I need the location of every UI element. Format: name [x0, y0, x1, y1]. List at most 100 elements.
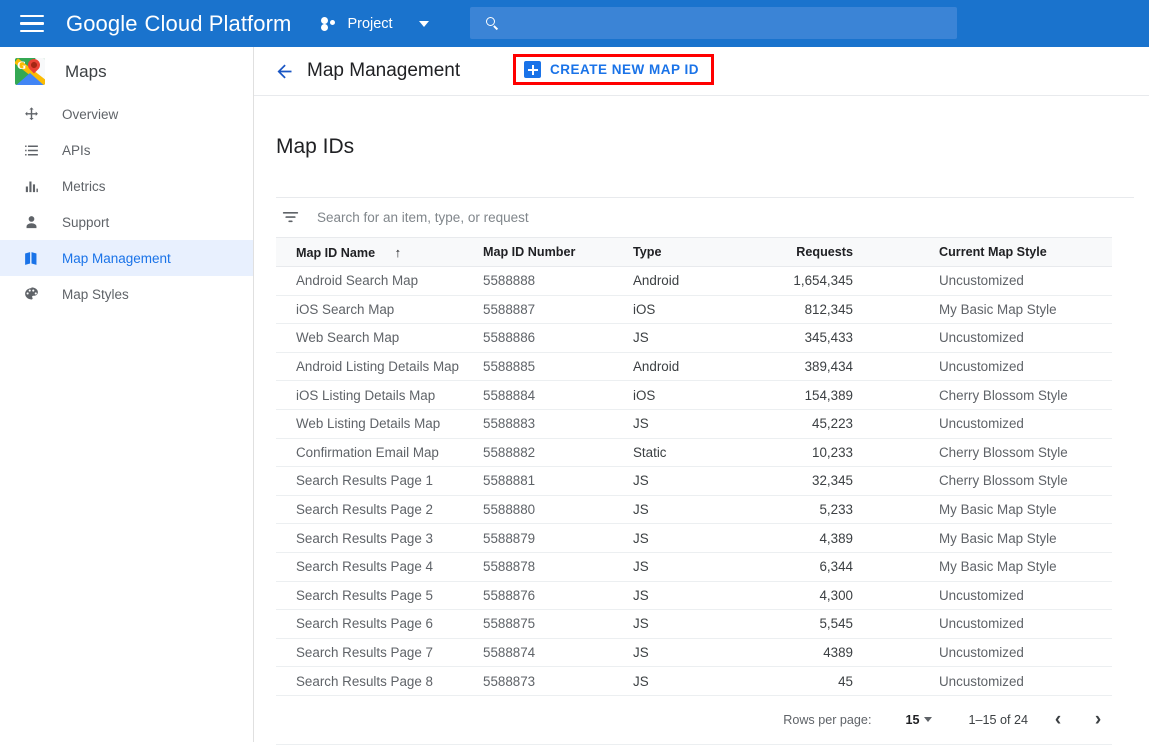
table-row[interactable]: Search Results Page 8 5588873 JS 45 Uncustom… [276, 666, 1112, 696]
cell-map-id-number: 5588888 [483, 266, 633, 296]
sidebar-item-map-management[interactable]: Map Management [0, 240, 253, 276]
table-filter-bar [276, 197, 1134, 237]
column-header-current-map-style[interactable]: Current Map Style [933, 237, 1112, 267]
sidebar-item-metrics[interactable]: Metrics [0, 168, 253, 204]
cell-map-id-name: Web Listing Details Map [276, 409, 483, 439]
table-row[interactable]: Search Results Page 3 5588879 JS 4,389 My Ba… [276, 523, 1112, 553]
table-row[interactable]: Android Search Map 5588888 Android 1,654,34… [276, 266, 1112, 296]
global-search-box[interactable] [470, 7, 957, 39]
cell-current-map-style: My Basic Map Style [933, 523, 1112, 553]
table-row[interactable]: Confirmation Email Map 5588882 Static 10,23… [276, 438, 1112, 468]
table-row[interactable]: Search Results Page 1 5588881 JS 32,345 Cher… [276, 466, 1112, 496]
cell-type: iOS [633, 295, 783, 325]
cell-map-id-name: iOS Search Map [276, 295, 483, 325]
sidebar-item-support[interactable]: Support [0, 204, 253, 240]
table-header-row: Map ID Name ↑ Map ID Number Type Request… [276, 237, 1112, 267]
brand-title: Google Cloud Platform [66, 11, 291, 37]
cell-type: JS [633, 609, 783, 639]
chevron-right-icon[interactable]: › [1084, 706, 1112, 734]
rows-per-page-select[interactable]: 15 [905, 712, 933, 727]
rows-per-page-label: Rows per page: [783, 712, 872, 727]
cell-map-id-name: Search Results Page 3 [276, 523, 483, 553]
table-row[interactable]: Search Results Page 5 5588876 JS 4,300 Uncus… [276, 581, 1112, 611]
cell-requests: 4,389 [783, 523, 933, 553]
table-row[interactable]: Web Listing Details Map 5588883 JS 45,223 Un… [276, 409, 1112, 439]
cell-map-id-number: 5588874 [483, 638, 633, 668]
cell-current-map-style: Uncustomized [933, 581, 1112, 611]
table-body: Android Search Map 5588888 Android 1,654,34… [276, 266, 1112, 696]
create-new-map-id-label: CREATE NEW MAP ID [550, 62, 700, 77]
table-row[interactable]: Search Results Page 7 5588874 JS 4389 Uncust… [276, 638, 1112, 668]
left-sidebar: G Maps Overview APIs Metrics Support Map… [0, 47, 254, 742]
column-label: Map ID Name [296, 245, 376, 260]
sidebar-item-overview[interactable]: Overview [0, 96, 253, 132]
cell-current-map-style: Uncustomized [933, 352, 1112, 382]
cell-requests: 812,345 [783, 295, 933, 325]
sort-ascending-icon[interactable]: ↑ [395, 245, 402, 260]
cell-requests: 6,344 [783, 552, 933, 582]
map-ids-card: Map IDs Map ID Name ↑ Map ID Number [276, 96, 1134, 745]
create-new-map-id-button[interactable]: CREATE NEW MAP ID [513, 54, 715, 85]
cell-current-map-style: Uncustomized [933, 609, 1112, 639]
cell-map-id-number: 5588885 [483, 352, 633, 382]
cell-map-id-name: Search Results Page 2 [276, 495, 483, 525]
top-app-bar: Google Cloud Platform Project [0, 0, 1149, 47]
plus-box-icon [524, 61, 541, 78]
cell-type: Android [633, 352, 783, 382]
cell-type: JS [633, 495, 783, 525]
cell-requests: 1,654,345 [783, 266, 933, 296]
column-header-map-id-number[interactable]: Map ID Number [483, 237, 633, 267]
google-maps-logo: G [15, 58, 45, 85]
table-row[interactable]: Search Results Page 4 5588878 JS 6,344 My Ba… [276, 552, 1112, 582]
rows-per-page-value: 15 [905, 712, 920, 727]
search-icon [486, 16, 499, 30]
table-filter-input[interactable] [317, 210, 917, 225]
cell-requests: 389,434 [783, 352, 933, 382]
cell-current-map-style: My Basic Map Style [933, 552, 1112, 582]
table-row[interactable]: Search Results Page 2 5588880 JS 5,233 My Ba… [276, 495, 1112, 525]
table-row[interactable]: iOS Listing Details Map 5588884 iOS 154,389… [276, 380, 1112, 410]
cell-map-id-number: 5588883 [483, 409, 633, 439]
sidebar-item-map-styles[interactable]: Map Styles [0, 276, 253, 312]
map-ids-table: Map ID Name ↑ Map ID Number Type Request… [276, 237, 1112, 696]
cell-type: JS [633, 666, 783, 696]
table-row[interactable]: Web Search Map 5588886 JS 345,433 Uncustomiz… [276, 323, 1112, 353]
filter-funnel-icon[interactable] [282, 211, 299, 225]
column-header-type[interactable]: Type [633, 237, 783, 267]
cell-map-id-number: 5588881 [483, 466, 633, 496]
sidebar-item-label: Overview [62, 106, 119, 122]
chevron-down-icon[interactable] [418, 20, 429, 27]
table-row[interactable]: Android Listing Details Map 5588885 Androi… [276, 352, 1112, 382]
cell-map-id-number: 5588887 [483, 295, 633, 325]
cell-type: JS [633, 552, 783, 582]
global-search-input[interactable] [513, 15, 913, 31]
cell-requests: 5,233 [783, 495, 933, 525]
back-arrow-icon[interactable] [273, 60, 295, 82]
sidebar-item-label: Map Management [62, 250, 171, 266]
cell-map-id-number: 5588875 [483, 609, 633, 639]
cell-type: iOS [633, 380, 783, 410]
cell-map-id-number: 5588886 [483, 323, 633, 353]
project-dots-icon [321, 16, 339, 31]
cell-map-id-name: Search Results Page 7 [276, 638, 483, 668]
cell-type: JS [633, 638, 783, 668]
sidebar-item-apis[interactable]: APIs [0, 132, 253, 168]
cell-type: JS [633, 409, 783, 439]
hamburger-menu-icon[interactable] [20, 14, 44, 33]
project-selector[interactable]: Project [321, 16, 429, 32]
cell-map-id-name: Search Results Page 5 [276, 581, 483, 611]
person-icon [21, 212, 41, 232]
table-row[interactable]: iOS Search Map 5588887 iOS 812,345 My Basic … [276, 295, 1112, 325]
cell-map-id-name: Search Results Page 1 [276, 466, 483, 496]
cell-type: JS [633, 466, 783, 496]
chevron-left-icon[interactable]: ‹ [1044, 706, 1072, 734]
product-title: Maps [65, 61, 107, 81]
map-icon [21, 248, 41, 268]
card-heading: Map IDs [276, 135, 355, 158]
column-header-map-id-name[interactable]: Map ID Name ↑ [276, 237, 483, 267]
cell-map-id-name: Search Results Page 4 [276, 552, 483, 582]
table-row[interactable]: Search Results Page 6 5588875 JS 5,545 Uncus… [276, 609, 1112, 639]
column-header-requests[interactable]: Requests [783, 237, 933, 267]
cell-current-map-style: Uncustomized [933, 666, 1112, 696]
sidebar-item-label: Metrics [62, 178, 106, 194]
